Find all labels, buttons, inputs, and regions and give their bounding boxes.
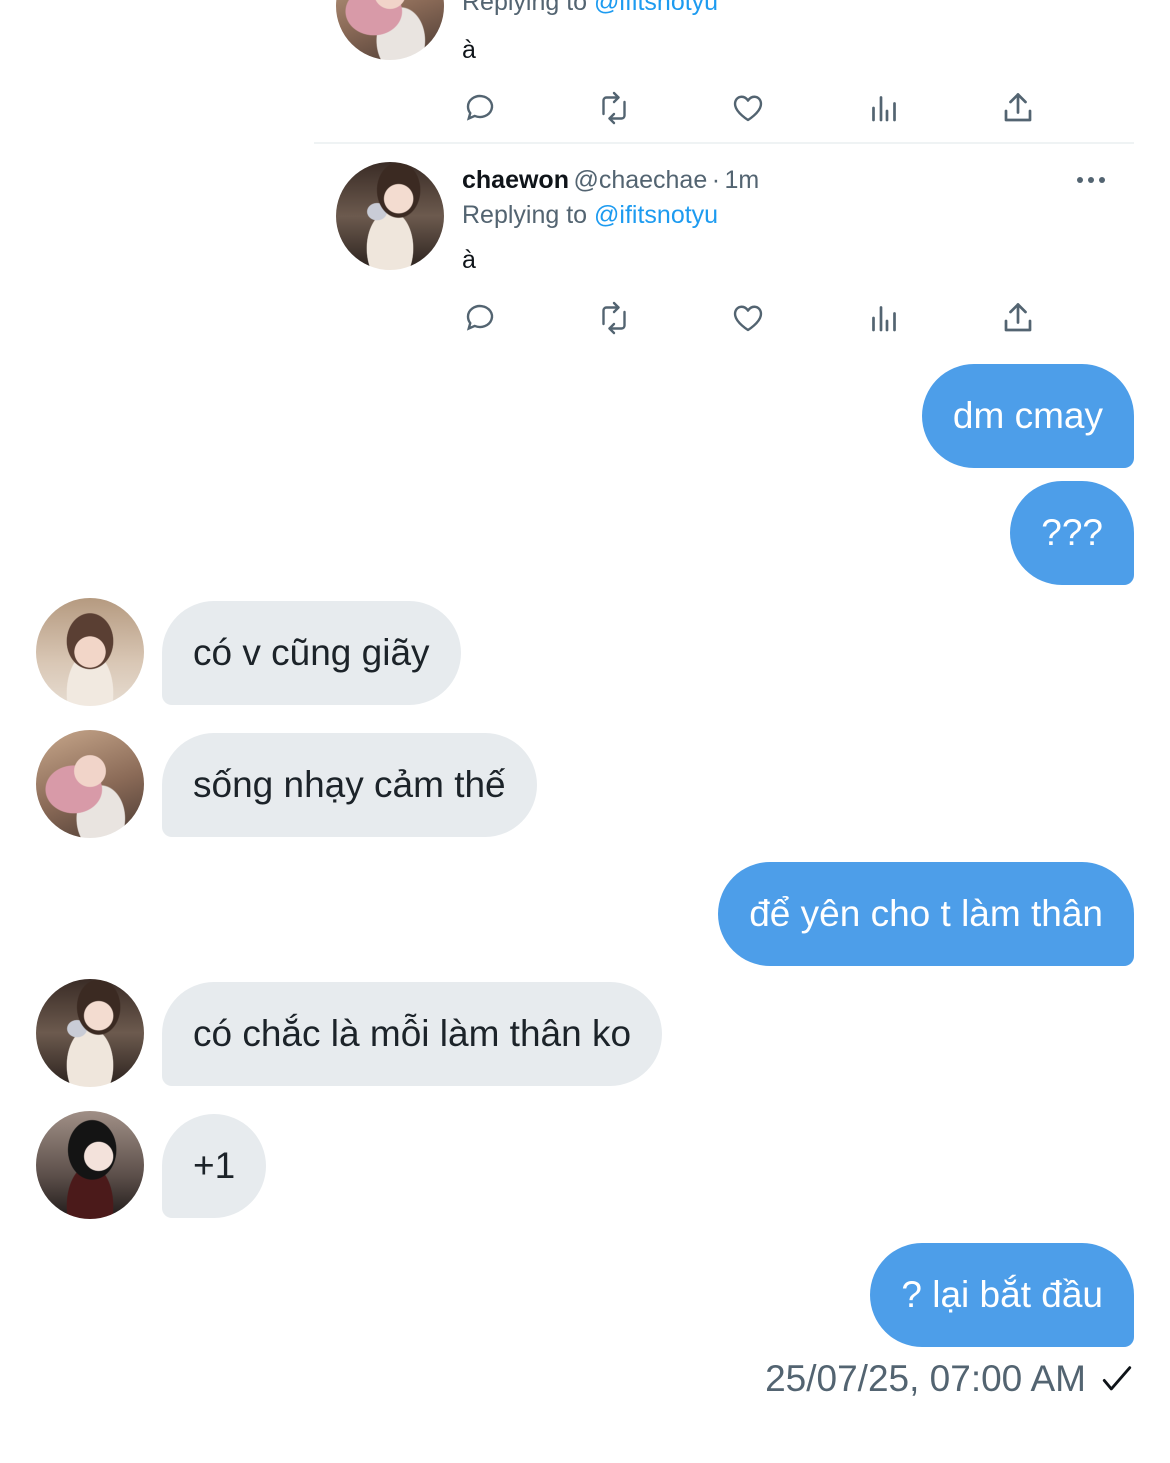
replying-to: Replying to @ifitsnotyu	[462, 0, 718, 17]
analytics-icon	[872, 96, 896, 122]
analytics-button[interactable]	[864, 298, 904, 338]
tweet-time[interactable]: 1m	[724, 166, 759, 194]
replying-to: Replying to @ifitsnotyu	[462, 201, 718, 230]
received-message-bubble[interactable]: sống nhạy cảm thế	[162, 733, 537, 837]
tweet-author-name[interactable]: chaewon	[462, 166, 569, 194]
received-message-bubble[interactable]: có chắc là mỗi làm thân ko	[162, 982, 663, 1086]
like-icon	[733, 95, 763, 122]
meta-separator: ·	[711, 166, 721, 194]
tweet-text: à	[462, 36, 476, 64]
received-message-bubble[interactable]: có v cũng giãy	[162, 601, 461, 705]
share-icon	[1004, 93, 1032, 122]
sent-message-bubble[interactable]: dm cmay	[921, 364, 1134, 468]
sender-avatar[interactable]	[36, 979, 144, 1087]
tweet-avatar[interactable]	[336, 0, 444, 60]
message-timestamp: 25/07/25, 07:00 AM	[765, 1358, 1134, 1400]
share-button[interactable]	[998, 88, 1038, 128]
replying-handle-link[interactable]: @ifitsnotyu	[594, 201, 718, 229]
tweet-divider	[314, 142, 1134, 144]
sender-avatar[interactable]	[36, 1111, 144, 1219]
like-button[interactable]	[728, 88, 768, 128]
share-button[interactable]	[998, 298, 1038, 338]
tweet-actions	[460, 298, 1060, 342]
reply-icon	[466, 94, 494, 121]
replying-label: Replying to	[462, 0, 588, 16]
sender-avatar[interactable]	[36, 598, 144, 706]
retweet-button[interactable]	[594, 298, 634, 338]
retweet-icon	[602, 91, 626, 125]
retweet-button[interactable]	[594, 88, 634, 128]
reply-button[interactable]	[460, 298, 500, 338]
tweet-actions	[460, 88, 1060, 132]
check-icon	[1102, 1366, 1132, 1391]
reply-button[interactable]	[460, 88, 500, 128]
tweet-header: chaewon @chaechae · 1m	[462, 166, 759, 195]
more-options-icon[interactable]	[1077, 177, 1105, 183]
tweet-text: à	[462, 246, 476, 274]
retweet-icon	[602, 301, 626, 335]
replying-handle-link[interactable]: @ifitsnotyu	[594, 0, 718, 16]
received-message-bubble[interactable]: +1	[162, 1114, 267, 1218]
sent-message-bubble[interactable]: ? lại bắt đầu	[870, 1243, 1134, 1347]
sent-message-bubble[interactable]: để yên cho t làm thân	[718, 862, 1134, 966]
sent-message-bubble[interactable]: ???	[1010, 481, 1134, 585]
tweet-avatar[interactable]	[336, 162, 444, 270]
tweet-author-handle[interactable]: @chaechae	[573, 166, 707, 194]
like-icon	[733, 305, 763, 332]
timestamp-text: 25/07/25, 07:00 AM	[765, 1358, 1086, 1399]
like-button[interactable]	[728, 298, 768, 338]
analytics-button[interactable]	[864, 88, 904, 128]
replying-label: Replying to	[462, 201, 588, 229]
analytics-icon	[872, 306, 896, 332]
share-icon	[1004, 303, 1032, 332]
reply-icon	[466, 304, 494, 331]
sender-avatar[interactable]	[36, 730, 144, 838]
